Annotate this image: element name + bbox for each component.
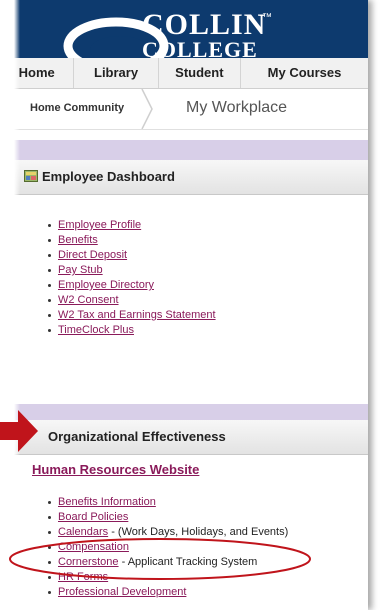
brand-line1: COLLIN [142, 8, 267, 41]
breadcrumb-home-community[interactable]: Home Community [30, 102, 124, 114]
college-banner: COLLIN COLLEGE ™ [0, 0, 368, 58]
dashboard-icon [24, 170, 38, 182]
employee-dashboard-title: Employee Dashboard [42, 169, 175, 184]
portal-screenshot: COLLIN COLLEGE ™ Home Library Student My… [0, 0, 368, 610]
breadcrumb-chevron-icon [141, 89, 153, 129]
highlight-ellipse-icon [9, 538, 311, 580]
link-employee-profile[interactable]: Employee Profile [58, 219, 141, 231]
brand-line2: COLLEGE [142, 37, 258, 59]
accent-bar [0, 140, 368, 160]
link-benefits[interactable]: Benefits [58, 234, 98, 246]
list-item: W2 Tax and Earnings Statement [48, 308, 216, 323]
link-direct-deposit[interactable]: Direct Deposit [58, 249, 127, 261]
org-effectiveness-title: Organizational Effectiveness [48, 429, 226, 444]
breadcrumb: Home Community My Workplace [0, 89, 368, 130]
main-nav: Home Library Student My Courses [0, 58, 368, 89]
list-item: Pay Stub [48, 263, 216, 278]
link-pay-stub[interactable]: Pay Stub [58, 264, 103, 276]
link-employee-directory[interactable]: Employee Directory [58, 279, 154, 291]
breadcrumb-current: My Workplace [186, 99, 288, 116]
list-item: TimeClock Plus [48, 323, 216, 338]
list-item: Direct Deposit [48, 248, 216, 263]
employee-links-list: Employee Profile Benefits Direct Deposit… [48, 218, 216, 338]
link-w2-tax-statement[interactable]: W2 Tax and Earnings Statement [58, 309, 216, 321]
list-item: W2 Consent [48, 293, 216, 308]
employee-dashboard-header: Employee Dashboard [0, 160, 368, 195]
link-board-policies[interactable]: Board Policies [58, 511, 128, 523]
org-effectiveness-header: Organizational Effectiveness [0, 420, 368, 455]
tab-my-courses[interactable]: My Courses [241, 58, 368, 88]
list-item: Board Policies [47, 510, 288, 525]
tab-student[interactable]: Student [159, 58, 242, 88]
link-professional-development[interactable]: Professional Development [58, 586, 186, 598]
tab-library[interactable]: Library [74, 58, 159, 88]
tab-home[interactable]: Home [0, 58, 75, 88]
link-benefits-information[interactable]: Benefits Information [58, 496, 156, 508]
list-item: Employee Directory [48, 278, 216, 293]
list-item: Benefits Information [47, 495, 288, 510]
list-item: Benefits [48, 233, 216, 248]
trademark-mark: ™ [262, 12, 272, 23]
list-item: Professional Development [47, 585, 288, 600]
link-timeclock-plus[interactable]: TimeClock Plus [58, 324, 134, 336]
accent-bar [0, 404, 368, 420]
hr-website-link[interactable]: Human Resources Website [32, 462, 199, 477]
red-arrow-icon [0, 410, 38, 452]
list-item: Employee Profile [48, 218, 216, 233]
link-w2-consent[interactable]: W2 Consent [58, 294, 119, 306]
